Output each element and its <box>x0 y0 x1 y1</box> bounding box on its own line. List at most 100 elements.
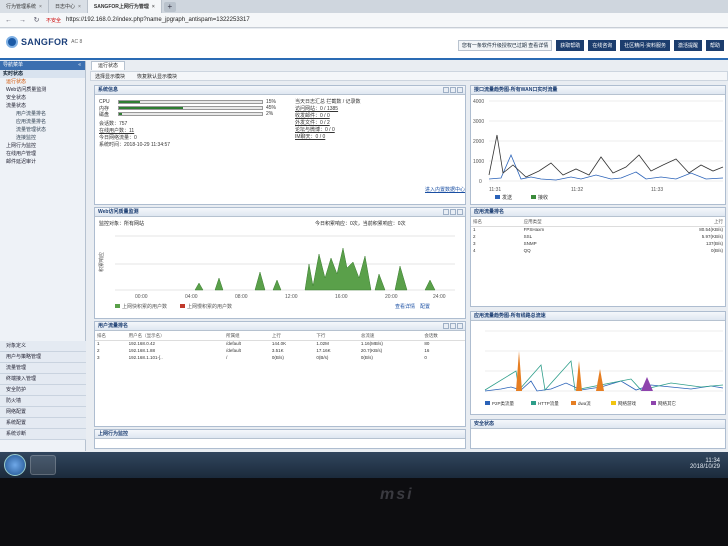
upgrade-notice-button[interactable]: 您有一条软件升级授权已过期 查看详情 <box>457 40 553 51</box>
sidebar-subitem[interactable]: 流量管理状态 <box>0 126 85 134</box>
x-tick: 24:00 <box>433 294 446 300</box>
panel-controls[interactable] <box>443 322 465 330</box>
monitor-object-select[interactable]: 监控对象：所有网站 <box>99 220 144 227</box>
restore-modules-button[interactable]: 恢复默认显示模块 <box>137 73 177 80</box>
sidebar-section[interactable]: 实时状态 <box>0 70 85 78</box>
legend-send: 发送 <box>502 194 512 201</box>
sidebar-item[interactable]: 安全状态 <box>0 94 85 102</box>
y-tick: 0 <box>479 179 482 185</box>
select-modules-button[interactable]: 选择显示模块 <box>95 73 125 80</box>
url-field[interactable]: https://192.168.0.2/index.php?name_jpgra… <box>66 17 250 23</box>
wan-send-line <box>488 153 724 181</box>
table-row[interactable]: 2 192.168.1.88/default 3.51K 17.16K 20.7(KB/… <box>95 347 465 354</box>
config-link[interactable]: 配置 <box>420 304 430 310</box>
sidebar-item[interactable]: Web访问质量监测 <box>0 86 85 94</box>
chrome-taskbar-icon[interactable] <box>30 455 56 475</box>
data-center-link[interactable]: 进入内置数据中心 <box>425 186 465 193</box>
web-monitor-chart: 积累响应 00:00 04:00 08:00 12:00 16:00 20:00… <box>98 235 455 310</box>
legend-http: HTTP流量 <box>538 400 559 407</box>
web-monitor-panel: Web访问质量监测 监控对象：所有网站 今日积累响应：0次，当前积累响应：0次 … <box>94 207 466 319</box>
sidebar-menu-item[interactable]: 网络配置 <box>0 407 86 418</box>
sidebar-menu-item[interactable]: 安全防护 <box>0 385 86 396</box>
memory-bar <box>119 107 184 109</box>
reload-icon[interactable]: ↻ <box>32 16 41 24</box>
sidebar-item[interactable]: 流量状态 <box>0 102 85 110</box>
new-tab-icon[interactable]: + <box>163 2 176 12</box>
log-web[interactable]: 访问网站：0 / 1385 <box>295 106 361 113</box>
sidebar: 导航菜单 « 实时状态 运行状态 Web访问质量监测 安全状态 流量状态 用户流量… <box>0 61 86 451</box>
activation-button[interactable]: 激活提醒 <box>673 40 702 51</box>
legend-slow: 上网慢积累的用户数 <box>187 303 232 310</box>
y-tick: 1000 <box>473 159 484 165</box>
app-trend-chart: P2P类流量 HTTP流量 dwa流 网络游戏 网络其它 <box>484 330 724 407</box>
sidebar-subitem[interactable]: 用户流量排名 <box>0 110 85 118</box>
forward-icon[interactable]: → <box>18 17 27 24</box>
table-row[interactable]: 1 192.168.0.42/default 144.0K 1.02M 1.16(MB/… <box>95 340 465 347</box>
collapse-icon[interactable]: « <box>78 61 81 70</box>
browser-tab[interactable]: 日志中心 × <box>48 0 88 13</box>
table-row[interactable]: 1 FPSHaxm 80.54(KB/s) <box>471 226 725 233</box>
close-tab-icon[interactable]: × <box>152 4 155 10</box>
sidebar-menu-item[interactable]: 系统配置 <box>0 418 86 429</box>
address-bar: ← → ↻ 不安全 https://192.168.0.2/index.php?… <box>0 13 728 28</box>
not-secure-badge[interactable]: 不安全 <box>46 17 61 24</box>
close-tab-icon[interactable]: × <box>39 4 42 10</box>
sidebar-subitem[interactable]: 连接监控 <box>0 134 85 142</box>
header-actions: 您有一条软件升级授权已过期 查看详情 获取帮助 在线咨询 社区精问·资料服务 激… <box>457 40 724 51</box>
log-forum[interactable]: 论坛与微博：0 / 0 <box>295 127 361 134</box>
legend-dwa: dwa流 <box>578 400 591 407</box>
table-row[interactable]: 4 QQ 0(B/s) <box>471 247 725 254</box>
community-button[interactable]: 社区精问·资料服务 <box>620 40 670 51</box>
y-tick: 4000 <box>473 99 484 105</box>
today-traffic: 今日网络流量：0 <box>99 135 137 141</box>
online-consult-button[interactable]: 在线咨询 <box>588 40 617 51</box>
y-tick: 3000 <box>473 119 484 125</box>
sidebar-item[interactable]: 上网行为监控 <box>0 142 85 150</box>
user-rank-panel: 用户流量排名 排名 用户名（显示名） 所属组 上行 下行 总流速 会话数 1 192.168.… <box>94 321 466 427</box>
panel-controls[interactable] <box>443 86 465 94</box>
sidebar-menu-item[interactable]: 对象定义 <box>0 341 86 352</box>
sidebar-item[interactable]: 邮件延迟审计 <box>0 158 85 166</box>
back-icon[interactable]: ← <box>4 17 13 24</box>
sidebar-bottom-menu: 对象定义 用户与策略管理 流量管理 终端接入管理 安全防护 防火墙 网络配置 系… <box>0 341 86 440</box>
sidebar-menu-item[interactable]: 终端接入管理 <box>0 374 86 385</box>
sidebar-menu-item[interactable]: 防火墙 <box>0 396 86 407</box>
log-mail[interactable]: 收发邮件：0 / 0 <box>295 113 361 120</box>
close-tab-icon[interactable]: × <box>78 4 81 10</box>
sidebar-menu-item[interactable]: 流量管理 <box>0 363 86 374</box>
table-row[interactable]: 3 192.168.1.101-[../0(B/s) 0(B/s) 0(B/s) 0 <box>95 354 465 361</box>
laptop-bezel: msi <box>0 478 728 546</box>
y-axis-label: 积累响应 <box>98 252 105 272</box>
log-file[interactable]: 外发文件：0 / 2 <box>295 120 361 127</box>
sidebar-menu-item[interactable]: 用户与策略管理 <box>0 352 86 363</box>
table-row[interactable]: 3 SNMP 137(B/s) <box>471 240 725 247</box>
x-tick: 12:00 <box>285 294 298 300</box>
y-tick: 2000 <box>473 139 484 145</box>
legend-game: 网络游戏 <box>618 400 636 407</box>
tab-running-status[interactable]: 运行状态 <box>91 61 126 70</box>
help-button[interactable]: 帮助 <box>705 40 724 51</box>
browser-tab-active[interactable]: SANGFOR上网行为管理 × <box>87 0 162 13</box>
panel-controls[interactable] <box>443 208 465 216</box>
sidebar-subitem[interactable]: 应用流量排名 <box>0 118 85 126</box>
x-tick: 11:33 <box>651 187 663 193</box>
browser-tab[interactable]: 行为管理系统 × <box>0 0 49 13</box>
sidebar-menu-item[interactable]: 系统诊断 <box>0 429 86 440</box>
log-im[interactable]: IM聊天：0 / 0 <box>295 134 361 141</box>
system-info-panel: 系统信息 CPU 15% 内存 45% 磁盘 2% 会话数：757 在线用户数：11 … <box>94 85 466 205</box>
sidebar-item[interactable]: 在线用户管理 <box>0 150 85 158</box>
x-tick: 16:00 <box>335 294 348 300</box>
system-tray: 11:34 2018/10/29 <box>690 458 720 470</box>
start-button-icon[interactable] <box>4 454 26 476</box>
msi-logo: msi <box>380 486 414 503</box>
sidebar-item[interactable]: 运行状态 <box>0 78 85 86</box>
clock-date: 2018/10/29 <box>689 464 720 470</box>
help-request-button[interactable]: 获取帮助 <box>556 40 585 51</box>
logo: SANGFOR AC 8 <box>6 36 82 48</box>
details-link[interactable]: 查看详情 <box>395 303 415 310</box>
legend-fast: 上网快积累的用户数 <box>122 303 167 310</box>
wan-receive-line <box>488 134 724 178</box>
online-users-link[interactable]: 在线用户数：11 <box>99 128 276 135</box>
table-row[interactable]: 2 SSL 5.97(KB/s) <box>471 233 725 240</box>
windows-taskbar: 11:34 2018/10/29 <box>0 452 728 478</box>
